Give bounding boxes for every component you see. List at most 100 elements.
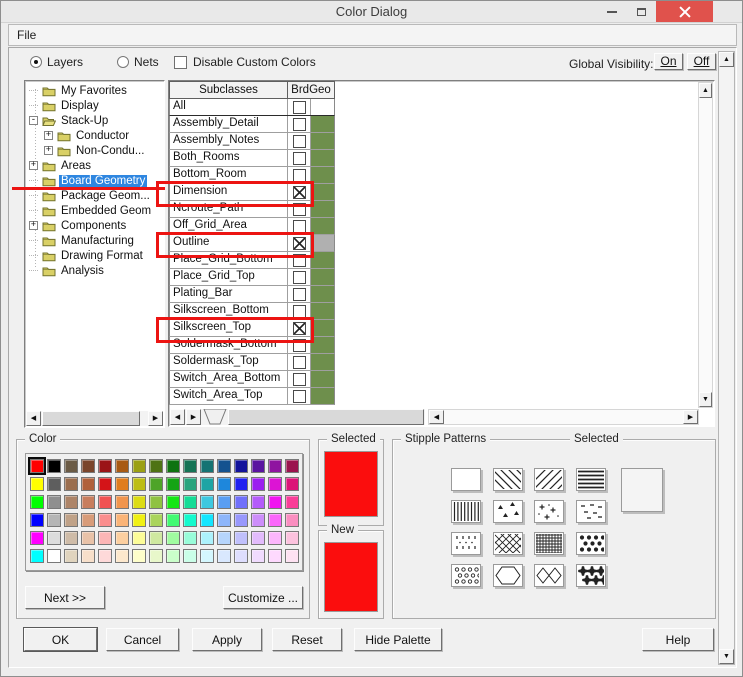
stipple-pattern-octagon-outline[interactable] [493,564,523,587]
palette-swatch[interactable] [217,459,231,473]
palette-swatch[interactable] [217,549,231,563]
color-chip[interactable] [311,235,334,251]
color-chip[interactable] [311,218,334,234]
customize-button[interactable]: Customize ... [223,586,303,609]
checkbox-unchecked-icon[interactable] [292,134,306,148]
scroll-left-icon[interactable]: ◀ [26,411,41,426]
scroll-right-icon[interactable]: ▶ [186,409,201,425]
scroll-right-icon[interactable]: ▶ [148,411,163,426]
palette-swatch[interactable] [234,495,248,509]
palette-swatch[interactable] [268,549,282,563]
palette-swatch[interactable] [268,477,282,491]
plus-expander-icon[interactable]: + [27,161,40,170]
palette-swatch[interactable] [98,495,112,509]
palette-swatch[interactable] [47,513,61,527]
palette-swatch[interactable] [285,549,299,563]
stipple-pattern-vertical-lines[interactable] [451,500,481,523]
nets-radio[interactable]: Nets [117,55,159,69]
subclass-vertical-scrollbar[interactable]: ▲ ▼ [698,82,713,408]
subclass-visibility-cell[interactable] [288,133,311,149]
apply-button[interactable]: Apply [192,628,262,651]
palette-swatch[interactable] [234,459,248,473]
palette-swatch[interactable] [132,549,146,563]
checkbox-unchecked-icon[interactable] [292,355,306,369]
palette-swatch[interactable] [30,531,44,545]
checkbox-unchecked-icon[interactable] [292,389,306,403]
palette-swatch[interactable] [132,495,146,509]
palette-swatch[interactable] [183,531,197,545]
stipple-pattern-double-diamond[interactable] [534,564,564,587]
palette-swatch[interactable] [98,477,112,491]
subclass-visibility-cell[interactable] [288,252,311,268]
checkbox-checked-icon[interactable] [292,185,306,199]
palette-swatch[interactable] [268,495,282,509]
palette-swatch[interactable] [81,459,95,473]
palette-swatch[interactable] [200,477,214,491]
tree-item-board-geometry[interactable]: Board Geometry [27,173,162,188]
checkbox-unchecked-icon[interactable] [292,372,306,386]
palette-swatch[interactable] [47,477,61,491]
palette-swatch[interactable] [251,531,265,545]
minus-expander-icon[interactable]: - [27,116,40,125]
palette-swatch[interactable] [285,531,299,545]
palette-swatch[interactable] [217,513,231,527]
color-chip[interactable] [311,116,334,132]
disable-custom-colors-checkbox[interactable]: Disable Custom Colors [174,55,316,69]
global-on-button[interactable]: On [654,53,683,70]
palette-swatch[interactable] [115,477,129,491]
subclass-visibility-cell[interactable] [288,354,311,370]
tree-scrollbar-thumb[interactable] [42,411,140,426]
palette-swatch[interactable] [234,513,248,527]
palette-swatch[interactable] [64,513,78,527]
subclass-visibility-cell[interactable] [288,116,311,132]
canvas-horizontal-scrollbar[interactable]: ◀ ▶ [428,409,699,425]
subclass-visibility-cell[interactable] [288,388,311,404]
checkbox-checked-icon[interactable] [292,236,306,250]
palette-swatch[interactable] [132,477,146,491]
palette-swatch[interactable] [47,549,61,563]
plus-box-icon[interactable]: + [44,146,53,155]
palette-swatch[interactable] [183,459,197,473]
stipple-pattern-scattered-dashes[interactable] [576,500,606,523]
reset-button[interactable]: Reset [272,628,342,651]
plus-expander-icon[interactable]: + [42,146,55,155]
palette-swatch[interactable] [98,531,112,545]
palette-swatch[interactable] [81,513,95,527]
plus-box-icon[interactable]: + [44,131,53,140]
color-chip[interactable] [311,99,334,115]
scroll-down-icon[interactable]: ▼ [699,392,712,407]
palette-swatch[interactable] [149,477,163,491]
subclass-visibility-cell[interactable] [288,371,311,387]
tree-item-display[interactable]: Display [27,98,162,113]
palette-swatch[interactable] [64,531,78,545]
scroll-up-icon[interactable]: ▲ [699,83,712,98]
color-chip[interactable] [311,269,334,285]
subclass-visibility-cell[interactable] [288,167,311,183]
color-chip[interactable] [311,303,334,319]
palette-swatch[interactable] [251,513,265,527]
palette-swatch[interactable] [217,531,231,545]
palette-swatch[interactable] [268,459,282,473]
palette-swatch[interactable] [81,531,95,545]
palette-swatch[interactable] [285,459,299,473]
stipple-pattern-scattered-plus[interactable] [534,500,564,523]
palette-swatch[interactable] [115,495,129,509]
color-chip[interactable] [311,167,334,183]
palette-swatch[interactable] [98,513,112,527]
palette-swatch[interactable] [81,549,95,563]
palette-swatch[interactable] [115,459,129,473]
palette-swatch[interactable] [149,531,163,545]
palette-swatch[interactable] [64,495,78,509]
palette-swatch[interactable] [251,477,265,491]
color-chip[interactable] [311,184,334,200]
scroll-left-icon[interactable]: ◀ [429,410,444,424]
table-horizontal-scrollbar[interactable]: ◀ ▶ [170,409,425,425]
global-off-button[interactable]: Off [687,53,716,70]
menu-file[interactable]: File [9,25,44,42]
checkbox-unchecked-icon[interactable] [292,287,306,301]
palette-swatch[interactable] [166,531,180,545]
subclass-visibility-cell[interactable] [288,201,311,217]
stipple-pattern-dense-grid[interactable] [534,532,564,555]
checkbox-unchecked-icon[interactable] [292,202,306,216]
palette-swatch[interactable] [183,477,197,491]
